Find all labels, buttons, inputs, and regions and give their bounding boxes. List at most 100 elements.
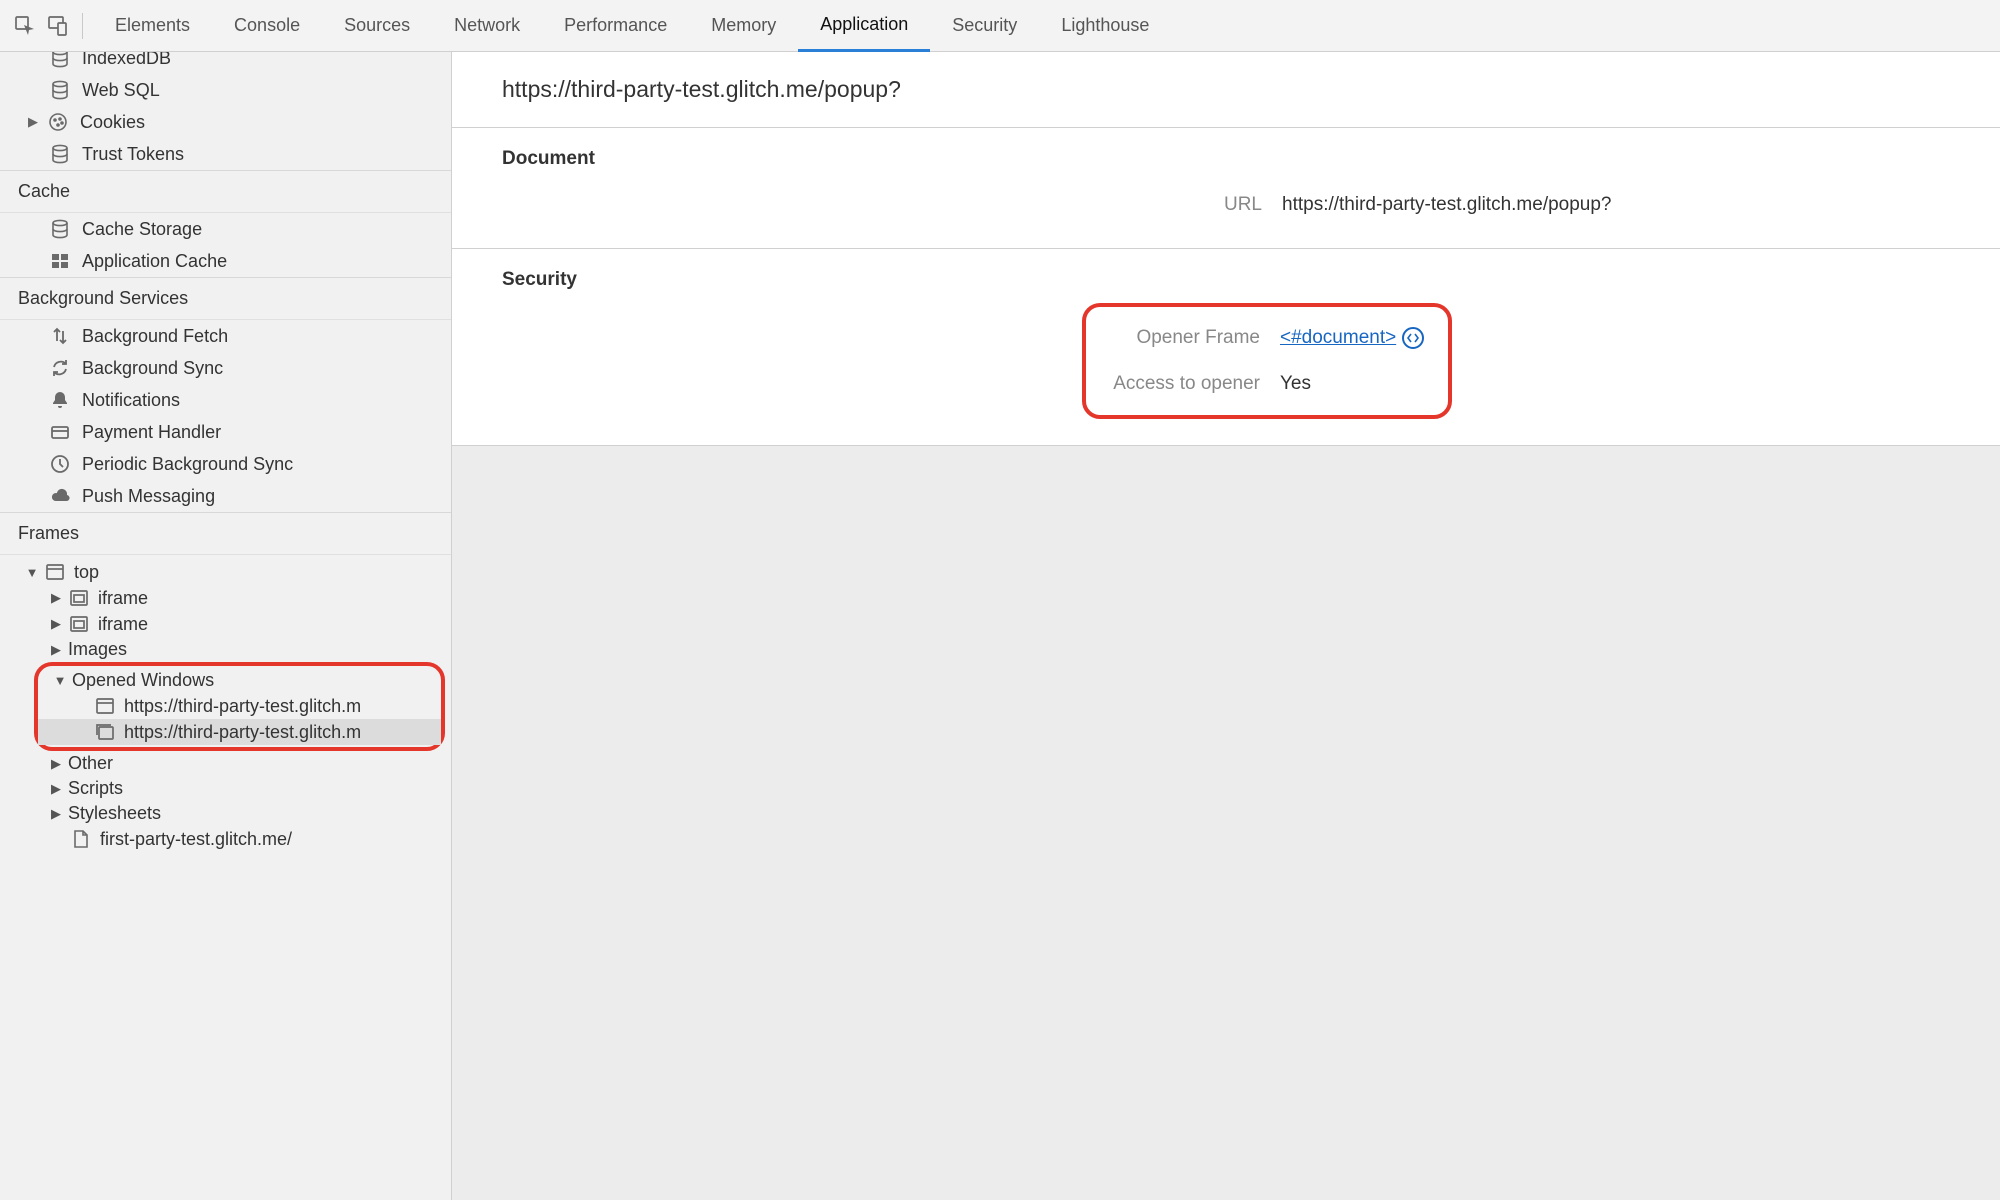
- transfer-icon: [48, 324, 72, 348]
- tab-sources[interactable]: Sources: [322, 0, 432, 52]
- collapse-icon[interactable]: ▼: [52, 673, 68, 688]
- database-icon: [48, 52, 72, 70]
- tree-row-top[interactable]: ▼ top: [0, 559, 451, 585]
- tab-security[interactable]: Security: [930, 0, 1039, 52]
- expand-icon[interactable]: ▶: [48, 616, 64, 632]
- sidebar-item-cookies[interactable]: ▶ Cookies: [0, 106, 451, 138]
- tree-row-label: https://third-party-test.glitch.m: [124, 696, 361, 717]
- tab-memory[interactable]: Memory: [689, 0, 798, 52]
- sidebar-item-label: Cache Storage: [82, 219, 202, 240]
- prop-value: Yes: [1280, 373, 1311, 395]
- window-icon: [94, 695, 116, 717]
- expand-icon[interactable]: ▶: [24, 114, 42, 130]
- tab-elements[interactable]: Elements: [93, 0, 212, 52]
- separator: [82, 13, 83, 39]
- expand-icon[interactable]: ▶: [48, 642, 64, 658]
- sidebar-item-background-fetch[interactable]: Background Fetch: [0, 320, 451, 352]
- grid-icon: [48, 249, 72, 273]
- sidebar-item-notifications[interactable]: Notifications: [0, 384, 451, 416]
- sidebar-item-label: Periodic Background Sync: [82, 454, 293, 475]
- devtools-tab-bar: Elements Console Sources Network Perform…: [0, 0, 2000, 52]
- sidebar-item-label: Web SQL: [82, 80, 160, 101]
- sidebar-item-trust-tokens[interactable]: Trust Tokens: [0, 138, 451, 170]
- tree-row-label: Other: [68, 753, 113, 774]
- sidebar-item-push-messaging[interactable]: Push Messaging: [0, 480, 451, 512]
- tree-row-label: iframe: [98, 614, 148, 635]
- expand-icon[interactable]: ▶: [48, 806, 64, 822]
- collapse-icon[interactable]: ▼: [24, 565, 40, 580]
- sidebar-item-label: Background Fetch: [82, 326, 228, 347]
- prop-label: Opener Frame: [1100, 327, 1280, 349]
- sidebar-item-periodic-background-sync[interactable]: Periodic Background Sync: [0, 448, 451, 480]
- tree-row-label: Scripts: [68, 778, 123, 799]
- sidebar-item-label: Application Cache: [82, 251, 227, 272]
- expand-icon[interactable]: ▶: [48, 756, 64, 772]
- sidebar-section-background-services: Background Services: [0, 277, 451, 320]
- tree-row-label: Stylesheets: [68, 803, 161, 824]
- sidebar-item-cache-storage[interactable]: Cache Storage: [0, 213, 451, 245]
- bell-icon: [48, 388, 72, 412]
- tree-row-file[interactable]: first-party-test.glitch.me/: [0, 826, 451, 852]
- cookie-icon: [46, 110, 70, 134]
- sidebar-item-label: Background Sync: [82, 358, 223, 379]
- sidebar-item-label: Cookies: [80, 112, 145, 133]
- section-heading-document: Document: [452, 148, 2000, 170]
- sidebar-item-label: Notifications: [82, 390, 180, 411]
- sync-icon: [48, 356, 72, 380]
- sidebar-item-indexeddb[interactable]: IndexedDB: [0, 52, 451, 74]
- tree-row-window[interactable]: https://third-party-test.glitch.m: [38, 693, 441, 719]
- windows-stack-icon: [94, 721, 116, 743]
- prop-row-access-to-opener: Access to opener Yes: [1100, 367, 1424, 401]
- sidebar-item-label: Trust Tokens: [82, 144, 184, 165]
- device-toggle-icon[interactable]: [42, 11, 72, 41]
- database-icon: [48, 217, 72, 241]
- document-section: Document URL https://third-party-test.gl…: [452, 128, 2000, 249]
- application-sidebar: IndexedDB Web SQL ▶ Cookies: [0, 52, 452, 1200]
- main-panel: https://third-party-test.glitch.me/popup…: [452, 52, 2000, 1200]
- window-icon: [44, 561, 66, 583]
- tree-row-scripts[interactable]: ▶ Scripts: [0, 776, 451, 801]
- tree-row-images[interactable]: ▶ Images: [0, 637, 451, 662]
- prop-label: URL: [452, 194, 1282, 216]
- tab-network[interactable]: Network: [432, 0, 542, 52]
- tree-row-other[interactable]: ▶ Other: [0, 751, 451, 776]
- clock-icon: [48, 452, 72, 476]
- tree-row-label: top: [74, 562, 99, 583]
- tree-row-iframe[interactable]: ▶ iframe: [0, 585, 451, 611]
- frame-title: https://third-party-test.glitch.me/popup…: [452, 52, 2000, 128]
- sidebar-item-websql[interactable]: Web SQL: [0, 74, 451, 106]
- database-icon: [48, 78, 72, 102]
- tab-application[interactable]: Application: [798, 0, 930, 52]
- tree-row-iframe[interactable]: ▶ iframe: [0, 611, 451, 637]
- expand-icon[interactable]: ▶: [48, 590, 64, 606]
- database-icon: [48, 142, 72, 166]
- tab-console[interactable]: Console: [212, 0, 322, 52]
- tree-row-label: https://third-party-test.glitch.m: [124, 722, 361, 743]
- tree-row-opened-windows[interactable]: ▼ Opened Windows: [38, 668, 441, 693]
- credit-card-icon: [48, 420, 72, 444]
- tree-row-label: Opened Windows: [72, 670, 214, 691]
- prop-row-opener-frame: Opener Frame <#document>: [1100, 321, 1424, 355]
- prop-label: Access to opener: [1100, 373, 1280, 395]
- tree-row-stylesheets[interactable]: ▶ Stylesheets: [0, 801, 451, 826]
- tree-row-label: first-party-test.glitch.me/: [100, 829, 292, 850]
- opener-frame-link[interactable]: <#document>: [1280, 327, 1396, 349]
- sidebar-item-label: Payment Handler: [82, 422, 221, 443]
- sidebar-section-cache: Cache: [0, 170, 451, 213]
- tree-row-window-selected[interactable]: https://third-party-test.glitch.m: [38, 719, 441, 745]
- prop-value: https://third-party-test.glitch.me/popup…: [1282, 194, 1612, 216]
- tab-lighthouse[interactable]: Lighthouse: [1039, 0, 1171, 52]
- code-badge-icon[interactable]: [1402, 327, 1424, 349]
- expand-icon[interactable]: ▶: [48, 781, 64, 797]
- sidebar-item-payment-handler[interactable]: Payment Handler: [0, 416, 451, 448]
- iframe-icon: [68, 613, 90, 635]
- iframe-icon: [68, 587, 90, 609]
- tree-row-label: Images: [68, 639, 127, 660]
- tree-row-label: iframe: [98, 588, 148, 609]
- inspect-icon[interactable]: [10, 11, 40, 41]
- sidebar-item-application-cache[interactable]: Application Cache: [0, 245, 451, 277]
- sidebar-item-background-sync[interactable]: Background Sync: [0, 352, 451, 384]
- sidebar-item-label: IndexedDB: [82, 52, 171, 69]
- tab-performance[interactable]: Performance: [542, 0, 689, 52]
- highlight-annotation: Opener Frame <#document> Access to opene…: [1082, 303, 1452, 419]
